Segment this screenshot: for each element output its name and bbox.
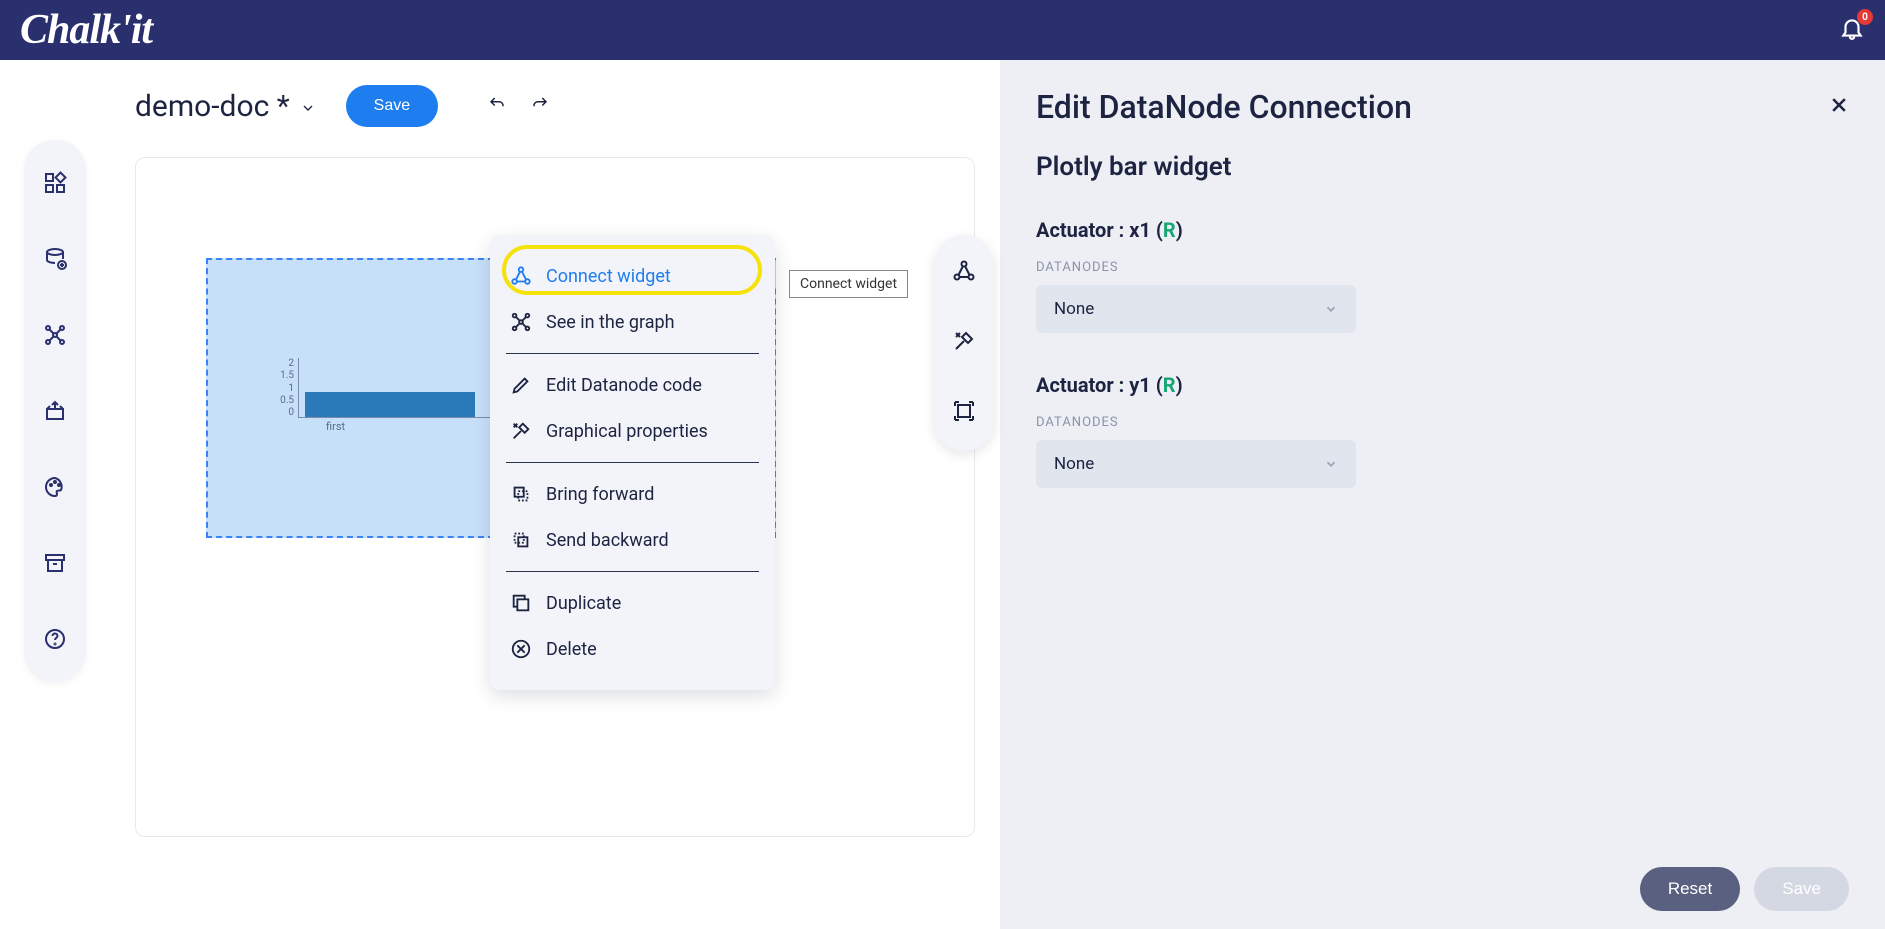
app-logo: Chalk'it [20,6,152,54]
redo-button[interactable] [531,95,549,117]
datanodes-label: DATANODES [1036,260,1849,275]
chevron-down-icon [1324,302,1338,316]
chart-y-axis: 2 1.5 1 0.5 0 [274,358,294,418]
left-rail [24,140,86,682]
actuator-y1-label: Actuator : y1 (R) [1036,373,1849,397]
ctx-see-in-graph[interactable]: See in the graph [490,299,775,345]
delete-icon [510,638,532,660]
help-icon [43,627,67,651]
ytick: 2 [274,358,294,369]
editor-column: demo-doc * Save [110,60,1000,929]
document-title-text: demo-doc * [135,89,290,124]
actuator-tag: R [1163,373,1176,397]
actuator-x1-label: Actuator : x1 (R) [1036,218,1849,242]
widgets-icon [43,171,67,195]
chart-x-label: first [326,420,345,433]
panel-save-button[interactable]: Save [1754,867,1849,911]
help-button[interactable] [42,626,68,652]
select-value: None [1054,299,1094,319]
graph-icon [510,311,532,333]
ctx-label: Send backward [546,530,669,551]
panel-reset-button[interactable]: Reset [1640,867,1740,911]
bounding-box-icon [952,399,976,423]
document-menu-caret[interactable] [300,89,316,124]
ctx-label: Delete [546,639,597,660]
connect-icon [952,259,976,283]
float-bounds-button[interactable] [952,399,976,427]
graph-button[interactable] [42,322,68,348]
ctx-label: Bring forward [546,484,654,505]
ctx-bring-forward[interactable]: Bring forward [490,471,775,517]
undo-button[interactable] [488,95,506,117]
datanodes-button[interactable] [42,246,68,272]
ctx-label: Graphical properties [546,421,708,442]
tooltip: Connect widget [789,270,908,298]
widget-preview-chart: 2 1.5 1 0.5 0 first [226,358,526,428]
undo-icon [488,95,506,113]
notifications-button[interactable]: 0 [1839,15,1865,45]
panel-close-button[interactable] [1829,95,1849,119]
document-toolbar: demo-doc * Save [110,85,1000,127]
document-title[interactable]: demo-doc * [135,89,316,124]
ytick: 0.5 [274,395,294,406]
ctx-graphical-properties[interactable]: Graphical properties [490,408,775,454]
theme-button[interactable] [42,474,68,500]
actuator-prefix: Actuator : [1036,373,1129,397]
datanode-select-x1[interactable]: None [1036,285,1356,333]
send-backward-icon [510,529,532,551]
widget-context-menu: Connect widget See in the graph Edit Dat… [490,235,775,690]
save-button[interactable]: Save [346,85,438,127]
package-up-icon [43,399,67,423]
ctx-delete[interactable]: Delete [490,626,775,672]
ctx-edit-datanode-code[interactable]: Edit Datanode code [490,362,775,408]
chart-plot-area [298,358,498,418]
export-button[interactable] [42,398,68,424]
redo-icon [531,95,549,113]
notification-badge: 0 [1857,9,1873,25]
archive-button[interactable] [42,550,68,576]
left-rail-container [0,60,110,929]
floating-tool-rail [934,235,994,451]
actuator-name: y1 [1129,373,1151,397]
pencil-icon [510,374,532,396]
ytick: 0 [274,407,294,418]
float-tools-button[interactable] [952,329,976,357]
graph-icon [43,323,67,347]
tools-icon [952,329,976,353]
ctx-duplicate[interactable]: Duplicate [490,580,775,626]
ytick: 1 [274,383,294,394]
actuator-prefix: Actuator : [1036,218,1129,242]
palette-icon [43,475,67,499]
archive-icon [43,551,67,575]
ctx-label: Connect widget [546,266,671,287]
database-add-icon [43,247,67,271]
chart-bar [305,392,475,417]
ctx-label: See in the graph [546,312,675,333]
datanodes-label: DATANODES [1036,415,1849,430]
actuator-name: x1 [1129,218,1151,242]
chevron-down-icon [300,100,316,116]
ctx-label: Edit Datanode code [546,375,702,396]
panel-footer: Reset Save [1036,867,1849,911]
ctx-connect-widget[interactable]: Connect widget [490,253,775,299]
actuator-tag: R [1163,218,1176,242]
bring-forward-icon [510,483,532,505]
ytick: 1.5 [274,370,294,381]
ctx-label: Duplicate [546,593,621,614]
panel-title: Edit DataNode Connection [1036,88,1412,126]
close-icon [1829,95,1849,115]
right-panel: Edit DataNode Connection Plotly bar widg… [1000,60,1885,929]
connect-icon [510,265,532,287]
ctx-send-backward[interactable]: Send backward [490,517,775,563]
tools-icon [510,420,532,442]
float-connect-button[interactable] [952,259,976,287]
datanode-select-y1[interactable]: None [1036,440,1356,488]
app-header: Chalk'it 0 [0,0,1885,60]
duplicate-icon [510,592,532,614]
widgets-library-button[interactable] [42,170,68,196]
select-value: None [1054,454,1094,474]
panel-widget-name: Plotly bar widget [1036,152,1849,182]
chevron-down-icon [1324,457,1338,471]
